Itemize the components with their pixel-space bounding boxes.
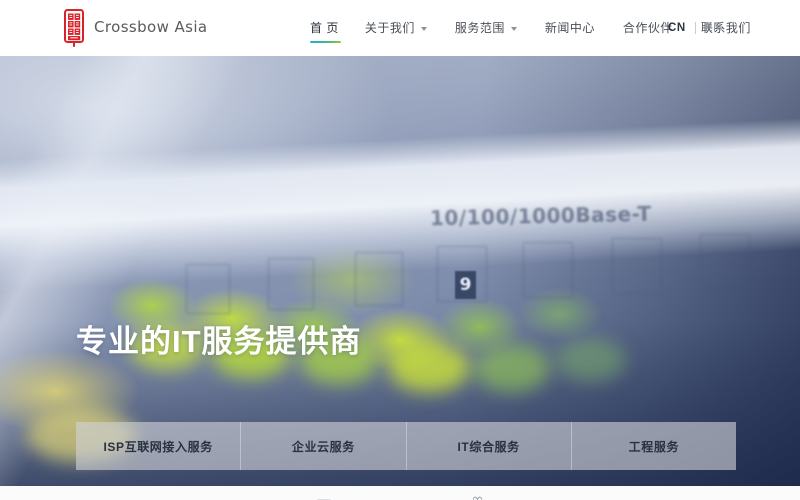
language-option-cn[interactable]: CN <box>668 22 695 34</box>
photo-led-glow <box>474 344 550 392</box>
chevron-down-icon <box>510 27 517 31</box>
red-seal-stamp-icon <box>62 9 86 47</box>
photo-port-number: 9 <box>455 271 476 299</box>
service-item-isp[interactable]: ISP互联网接入服务 <box>76 422 242 470</box>
photo-led-glow <box>388 342 470 392</box>
chevron-down-icon <box>420 27 427 31</box>
service-item-it[interactable]: IT综合服务 <box>406 422 572 470</box>
nav-item-about[interactable]: 关于我们 <box>351 0 441 56</box>
nav-item-news[interactable]: 新闻中心 <box>531 0 609 56</box>
service-item-it-label: IT综合服务 <box>457 439 520 454</box>
service-quicklinks-bar: ISP互联网接入服务 企业云服务 IT综合服务 工程服务 <box>76 422 736 470</box>
service-item-engineering[interactable]: 工程服务 <box>571 422 736 470</box>
photo-port-label-text: 10/100/1000Base-T <box>429 201 652 231</box>
brand-name: Crossbow Asia <box>94 18 208 36</box>
minus-icon: — <box>316 490 332 500</box>
brand-logo-link[interactable]: Crossbow Asia <box>62 9 208 47</box>
page-root: Crossbow Asia 首 页 关于我们 服务范围 新闻中心 合作伙伴 联系… <box>0 0 800 500</box>
nav-item-news-label: 新闻中心 <box>544 21 595 35</box>
service-item-isp-label: ISP互联网接入服务 <box>103 439 213 454</box>
nav-item-services-label: 服务范围 <box>454 21 505 35</box>
photo-port-outline <box>355 252 403 306</box>
nav-item-partners-label: 合作伙伴 <box>622 21 673 35</box>
site-header: Crossbow Asia 首 页 关于我们 服务范围 新闻中心 合作伙伴 联系… <box>0 0 800 56</box>
service-item-cloud[interactable]: 企业云服务 <box>241 422 407 470</box>
photo-led-glow <box>556 338 626 382</box>
photo-port-outline <box>186 264 230 314</box>
below-fold-icon-row: — ∞ <box>0 486 800 500</box>
hero-banner: 10/100/1000Base-T 9 专业的IT服务提供商 ISP互联网接入服… <box>0 56 800 486</box>
language-switcher: CN EN <box>668 0 722 56</box>
below-fold-section: — ∞ <box>0 486 800 500</box>
photo-port-outline <box>700 234 750 290</box>
nav-item-home[interactable]: 首 页 <box>308 0 351 56</box>
nav-item-about-label: 关于我们 <box>364 21 415 35</box>
infinity-icon: ∞ <box>471 490 484 500</box>
service-item-engineering-label: 工程服务 <box>628 439 680 454</box>
photo-port-outline <box>523 242 573 298</box>
language-option-en[interactable]: EN <box>696 22 722 34</box>
nav-item-home-label: 首 页 <box>310 21 339 35</box>
nav-item-services[interactable]: 服务范围 <box>441 0 531 56</box>
photo-port-outline <box>612 238 662 294</box>
service-item-cloud-label: 企业云服务 <box>291 439 355 454</box>
photo-port-outline <box>268 258 314 310</box>
nav-active-underline <box>310 41 341 43</box>
hero-title: 专业的IT服务提供商 <box>76 323 362 359</box>
